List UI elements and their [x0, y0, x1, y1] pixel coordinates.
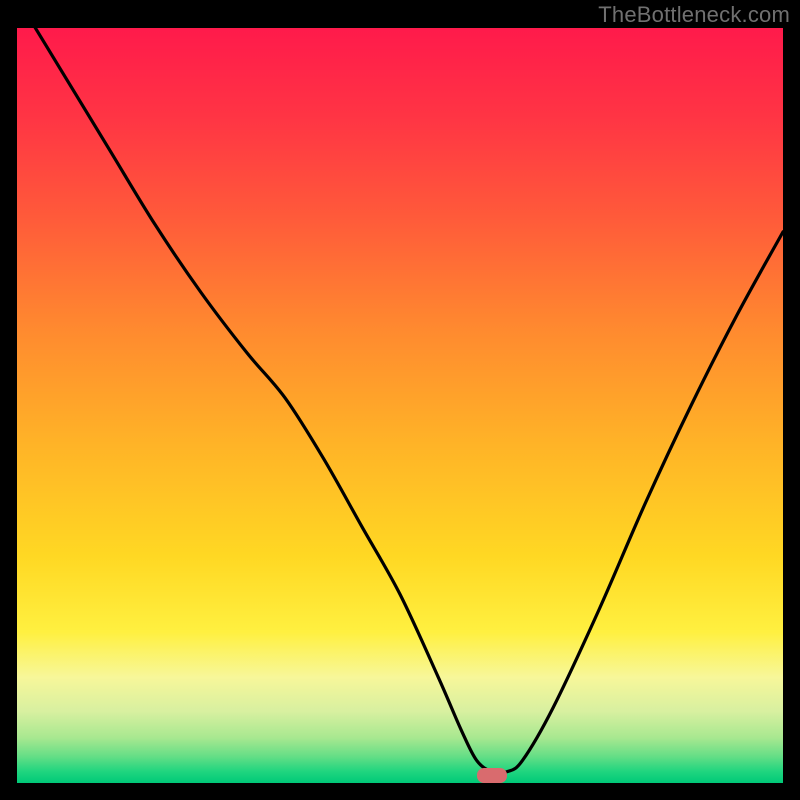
- gradient-rect: [17, 28, 783, 783]
- chart-area: [17, 28, 783, 783]
- app-frame: TheBottleneck.com: [0, 0, 800, 800]
- watermark-text: TheBottleneck.com: [598, 2, 790, 28]
- minimum-marker: [477, 768, 508, 783]
- chart-svg: [17, 28, 783, 783]
